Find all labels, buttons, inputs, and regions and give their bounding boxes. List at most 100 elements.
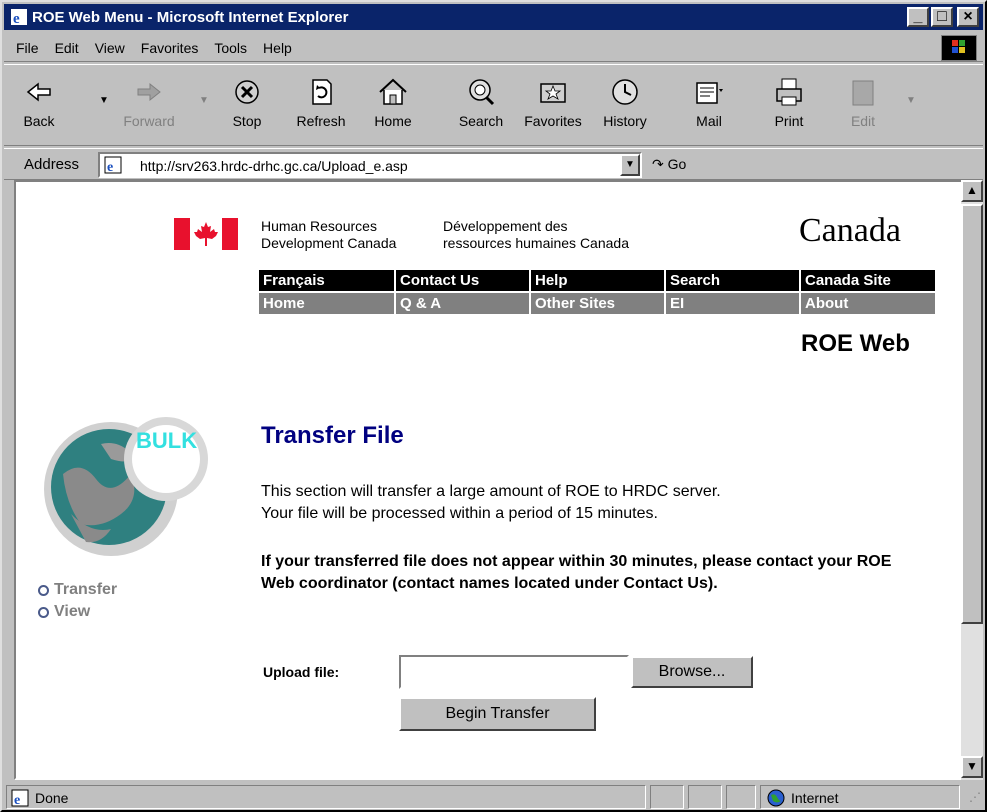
back-button[interactable]: Back: [4, 69, 74, 141]
refresh-label: Refresh: [296, 113, 346, 129]
address-url: http://srv263.hrdc-drhc.gc.ca/Upload_e.a…: [140, 158, 408, 174]
history-label: History: [603, 113, 647, 129]
menu-favorites[interactable]: Favorites: [133, 40, 207, 56]
forward-dropdown-icon[interactable]: ▼: [199, 95, 209, 106]
nav-ei[interactable]: EI: [664, 293, 799, 314]
upload-file-input[interactable]: [399, 655, 629, 689]
nav-canada-site[interactable]: Canada Site: [799, 270, 934, 291]
svg-text:e: e: [107, 160, 113, 174]
address-label: Address: [24, 156, 80, 173]
security-zone-label: Internet: [791, 790, 839, 806]
forward-button[interactable]: Forward: [114, 69, 184, 141]
go-label: Go: [667, 156, 687, 172]
address-input[interactable]: e http://srv263.hrdc-drhc.gc.ca/Upload_e…: [98, 152, 642, 178]
edit-dropdown-icon[interactable]: ▼: [906, 95, 916, 106]
scroll-thumb[interactable]: [961, 204, 983, 624]
nav-bottom: Home Q & A Other Sites EI About: [259, 293, 935, 314]
menu-view[interactable]: View: [87, 40, 133, 56]
print-button[interactable]: Print: [754, 69, 824, 141]
status-bar: e Done Internet ⋰: [4, 782, 983, 810]
edit-label: Edit: [850, 113, 876, 129]
back-dropdown-icon[interactable]: ▼: [99, 95, 109, 106]
scroll-down-icon[interactable]: ▼: [961, 756, 983, 778]
home-label: Home: [374, 113, 412, 129]
nav-top: Français Contact Us Help Search Canada S…: [259, 270, 935, 291]
status-pane-empty: [726, 785, 756, 809]
go-button[interactable]: ↷ Go: [652, 156, 686, 173]
stop-button[interactable]: Stop: [212, 69, 282, 141]
refresh-button[interactable]: Refresh: [286, 69, 356, 141]
warning-text: If your transferred file does not appear…: [261, 553, 892, 592]
title-bar: e ROE Web Menu - Microsoft Internet Expl…: [4, 4, 983, 30]
maximize-button[interactable]: □: [931, 7, 953, 27]
resize-grip-icon[interactable]: ⋰: [969, 790, 981, 804]
browser-window: e ROE Web Menu - Microsoft Internet Expl…: [0, 0, 987, 812]
stop-label: Stop: [232, 113, 262, 129]
side-nav-view-label: View: [54, 603, 91, 620]
vertical-scrollbar[interactable]: ▲ ▼: [961, 180, 983, 780]
home-button[interactable]: Home: [358, 69, 428, 141]
toolbar: Back ▼ Forward ▼ Stop Refresh Home Searc…: [4, 64, 983, 146]
svg-text:e: e: [13, 11, 20, 26]
edit-button[interactable]: Edit: [828, 69, 898, 141]
status-pane-empty: [688, 785, 722, 809]
department-name-fr-line2: ressources humaines Canada: [443, 235, 629, 251]
back-arrow-icon: [22, 75, 56, 109]
status-main: e Done: [6, 785, 646, 809]
status-zone-pane: Internet: [760, 785, 960, 809]
side-nav: Transfer View: [38, 579, 117, 623]
description-line1: This section will transfer a large amoun…: [261, 483, 721, 500]
refresh-icon: [304, 75, 338, 109]
nav-contact-us[interactable]: Contact Us: [394, 270, 529, 291]
svg-text:e: e: [14, 793, 20, 807]
status-text: Done: [35, 790, 69, 806]
print-icon: [772, 75, 806, 109]
favorites-button[interactable]: Favorites: [518, 69, 588, 141]
print-label: Print: [774, 113, 804, 129]
bullet-icon: [38, 606, 49, 618]
favorites-label: Favorites: [524, 113, 582, 129]
history-icon: [608, 75, 642, 109]
address-dropdown-icon[interactable]: ▼: [620, 154, 640, 176]
side-nav-transfer[interactable]: Transfer: [38, 579, 117, 601]
stop-icon: [230, 75, 264, 109]
nav-other-sites[interactable]: Other Sites: [529, 293, 664, 314]
menu-bar: File Edit View Favorites Tools Help: [4, 34, 983, 62]
page-viewport: Human Resources Development Canada Dével…: [14, 180, 969, 780]
side-nav-transfer-label: Transfer: [54, 581, 118, 598]
mail-button[interactable]: Mail: [674, 69, 744, 141]
browse-button[interactable]: Browse...: [631, 656, 753, 688]
description-line2: Your file will be processed within a per…: [261, 505, 658, 522]
forward-arrow-icon: [132, 75, 166, 109]
nav-francais[interactable]: Français: [259, 270, 394, 291]
menu-file[interactable]: File: [8, 40, 47, 56]
favorites-icon: [536, 75, 570, 109]
nav-search[interactable]: Search: [664, 270, 799, 291]
search-button[interactable]: Search: [446, 69, 516, 141]
mail-icon: [692, 75, 726, 109]
forward-label: Forward: [123, 113, 175, 129]
side-nav-view[interactable]: View: [38, 601, 117, 623]
menu-tools[interactable]: Tools: [206, 40, 255, 56]
edit-icon: [846, 75, 880, 109]
nav-about[interactable]: About: [799, 293, 934, 314]
close-button[interactable]: ×: [957, 7, 979, 27]
history-button[interactable]: History: [590, 69, 660, 141]
nav-help[interactable]: Help: [529, 270, 664, 291]
menu-edit[interactable]: Edit: [47, 40, 87, 56]
begin-transfer-button[interactable]: Begin Transfer: [399, 697, 596, 731]
mail-label: Mail: [696, 113, 722, 129]
nav-home[interactable]: Home: [259, 293, 394, 314]
address-bar: Address e http://srv263.hrdc-drhc.gc.ca/…: [4, 148, 983, 180]
globe-icon: [767, 789, 785, 810]
search-icon: [464, 75, 498, 109]
nav-q-and-a[interactable]: Q & A: [394, 293, 529, 314]
minimize-button[interactable]: _: [907, 7, 929, 27]
department-name-en-line2: Development Canada: [261, 235, 397, 251]
bullet-icon: [38, 584, 49, 596]
status-pane-empty: [650, 785, 684, 809]
department-name-en-line1: Human Resources: [261, 218, 377, 234]
menu-help[interactable]: Help: [255, 40, 300, 56]
home-icon: [376, 75, 410, 109]
scroll-up-icon[interactable]: ▲: [961, 180, 983, 202]
